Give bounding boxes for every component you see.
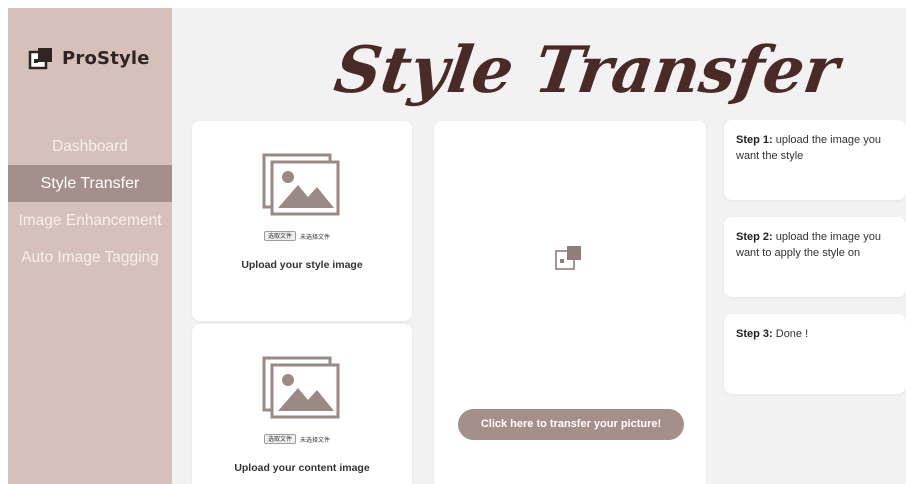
page-title: Style Transfer [330, 33, 847, 108]
content-file-input[interactable]: 选取文件 未选择文件 [264, 434, 330, 444]
image-placeholder-icon [262, 153, 342, 222]
sidebar-nav: Dashboard Style Transfer Image Enhanceme… [8, 128, 172, 276]
step-title: Step 2: [736, 231, 773, 243]
image-stack-icon [28, 46, 54, 70]
transfer-button[interactable]: Click here to transfer your picture! [458, 409, 684, 440]
upload-content-label: Upload your content image [234, 462, 370, 474]
image-placeholder-icon [262, 356, 342, 425]
style-upload-card: 选取文件 未选择文件 Upload your style image [192, 121, 412, 321]
choose-file-button[interactable]: 选取文件 [264, 231, 297, 241]
page-title-container: Style Transfer [330, 33, 847, 108]
content-upload-card: 选取文件 未选择文件 Upload your content image [192, 324, 412, 484]
brand-name: ProStyle [62, 47, 150, 69]
style-file-input[interactable]: 选取文件 未选择文件 [264, 231, 330, 241]
sidebar-item-style-transfer[interactable]: Style Transfer [8, 165, 172, 202]
no-file-text: 未选择文件 [300, 233, 331, 241]
step-3-card: Step 3: Done ! [724, 314, 906, 394]
result-card: Click here to transfer your picture! [434, 121, 706, 484]
step-title: Step 3: [736, 328, 773, 340]
sidebar: ProStyle Dashboard Style Transfer Image … [8, 8, 172, 484]
step-1-card: Step 1: upload the image you want the st… [724, 120, 906, 200]
step-title: Step 1: [736, 134, 773, 146]
choose-file-button[interactable]: 选取文件 [264, 434, 297, 444]
brand[interactable]: ProStyle [28, 46, 150, 70]
main-area: Style Transfer 选取文件 未选择文件 Upload your st… [172, 8, 906, 484]
sidebar-item-image-enhancement[interactable]: Image Enhancement [8, 202, 172, 239]
sidebar-item-auto-image-tagging[interactable]: Auto Image Tagging [8, 239, 172, 276]
broken-image-icon [554, 243, 586, 278]
no-file-text: 未选择文件 [300, 436, 331, 444]
step-2-card: Step 2: upload the image you want to app… [724, 217, 906, 297]
sidebar-item-dashboard[interactable]: Dashboard [8, 128, 172, 165]
step-text: Done ! [775, 328, 809, 340]
upload-style-label: Upload your style image [241, 259, 363, 271]
